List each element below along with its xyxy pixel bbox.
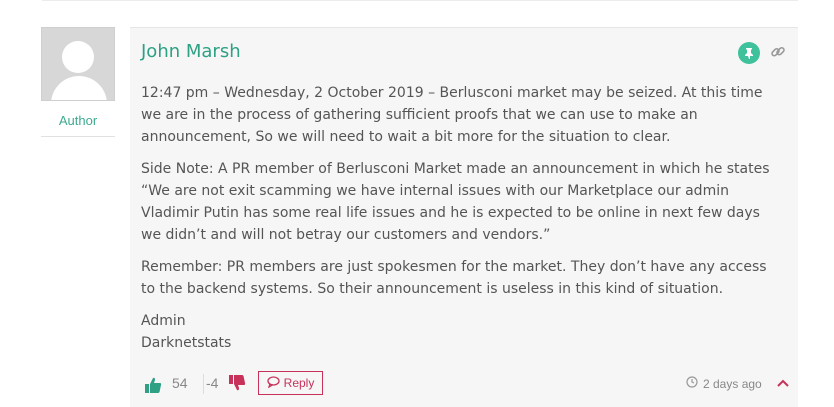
avatar[interactable] <box>41 27 115 101</box>
reply-label: Reply <box>283 376 315 390</box>
comment-footer: 54 -4 Reply 2 days ago <box>144 371 794 400</box>
timestamp: 2 days ago <box>686 376 762 391</box>
top-divider <box>42 0 798 1</box>
comment-body: 12:47 pm – Wednesday, 2 October 2019 – B… <box>141 82 781 354</box>
author-role-label: Author <box>58 113 98 128</box>
comment-paragraph: Side Note: A PR member of Berlusconi Mar… <box>141 161 770 243</box>
thumbs-down-icon[interactable] <box>228 374 246 397</box>
signature-line: Darknetstats <box>141 335 232 351</box>
signature-line: Admin <box>141 313 186 329</box>
vote-divider <box>203 374 204 394</box>
timestamp-text: 2 days ago <box>703 376 762 391</box>
pin-icon[interactable] <box>738 42 760 64</box>
comment-card: John Marsh 12:47 pm – Wednesday, 2 Octob… <box>130 27 798 407</box>
avatar-body-shape <box>51 76 107 100</box>
reply-icon <box>267 375 280 391</box>
author-name[interactable]: John Marsh <box>141 41 241 62</box>
upvote-count: 54 <box>172 375 188 391</box>
reply-button[interactable]: Reply <box>258 371 323 395</box>
avatar-head-shape <box>62 41 94 73</box>
link-icon[interactable] <box>770 44 786 65</box>
author-column: Author <box>41 27 115 137</box>
comment-paragraph: Remember: PR members are just spokesmen … <box>141 259 767 297</box>
downvote-count: -4 <box>206 375 219 391</box>
chevron-up-icon[interactable] <box>776 376 790 395</box>
role-divider <box>41 136 115 137</box>
comment-paragraph: 12:47 pm – Wednesday, 2 October 2019 – B… <box>141 85 763 145</box>
clock-icon <box>686 376 698 391</box>
thumbs-up-icon[interactable] <box>144 376 162 399</box>
